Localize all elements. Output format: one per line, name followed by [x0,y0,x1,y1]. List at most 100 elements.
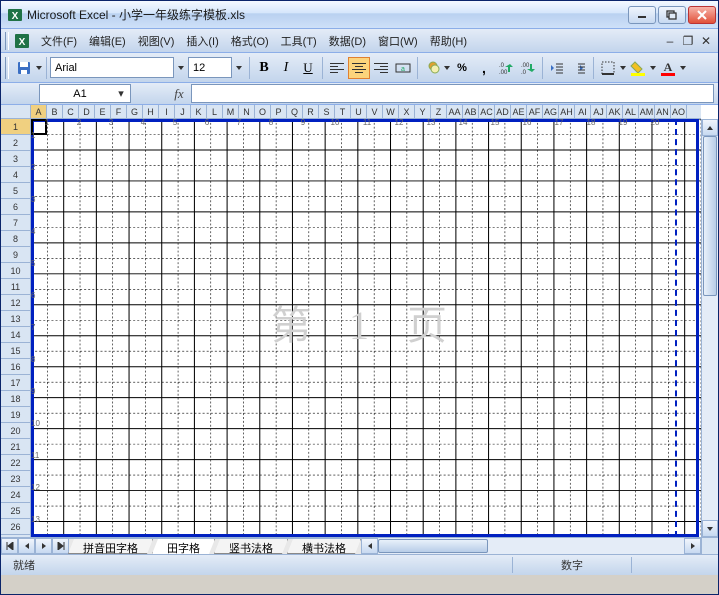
underline-button[interactable]: U [297,57,319,79]
col-header-C[interactable]: C [63,105,79,118]
formula-bar-input[interactable] [191,84,714,103]
col-header-AB[interactable]: AB [463,105,479,118]
mdi-restore-button[interactable]: ❐ [680,34,696,48]
align-center-button[interactable] [348,57,370,79]
col-header-R[interactable]: R [303,105,319,118]
hscroll-thumb[interactable] [378,539,488,553]
select-all-corner[interactable] [1,105,31,119]
col-header-B[interactable]: B [47,105,63,118]
menu-insert[interactable]: 插入(I) [180,31,224,51]
save-dropdown[interactable] [35,66,43,70]
col-header-S[interactable]: S [319,105,335,118]
col-header-Z[interactable]: Z [431,105,447,118]
font-size-dropdown[interactable] [232,57,246,79]
scroll-down-button[interactable] [702,520,718,537]
currency-button[interactable] [421,57,443,79]
col-header-G[interactable]: G [127,105,143,118]
decrease-decimal-button[interactable]: .00.0 [517,57,539,79]
row-header-19[interactable]: 19 [1,407,30,423]
font-size-combo[interactable] [188,57,232,78]
italic-button[interactable]: I [275,57,297,79]
mdi-minimize-button[interactable]: – [662,34,678,48]
fill-color-dropdown[interactable] [649,66,657,70]
bold-button[interactable]: B [253,57,275,79]
align-right-button[interactable] [370,57,392,79]
currency-dropdown[interactable] [443,66,451,70]
row-header-1[interactable]: 1 [1,119,30,135]
sheet-tab-1[interactable]: 田字格 [152,539,215,554]
row-header-13[interactable]: 13 [1,311,30,327]
col-header-D[interactable]: D [79,105,95,118]
col-header-A[interactable]: A [31,105,47,118]
fill-color-button[interactable] [627,57,649,79]
row-header-4[interactable]: 4 [1,167,30,183]
row-headers[interactable]: 1234567891011121314151617181920212223242… [1,119,31,537]
row-header-20[interactable]: 20 [1,423,30,439]
col-header-AG[interactable]: AG [543,105,559,118]
col-header-AE[interactable]: AE [511,105,527,118]
col-header-AD[interactable]: AD [495,105,511,118]
tab-next-button[interactable] [35,538,52,554]
font-color-dropdown[interactable] [679,66,687,70]
col-header-L[interactable]: L [207,105,223,118]
sheet-tab-0[interactable]: 拼音田字格 [68,539,153,554]
increase-decimal-button[interactable]: .0.00 [495,57,517,79]
tab-first-button[interactable] [1,538,18,554]
col-header-P[interactable]: P [271,105,287,118]
col-header-I[interactable]: I [159,105,175,118]
fx-button[interactable]: fx [167,86,191,102]
row-header-14[interactable]: 14 [1,327,30,343]
row-header-16[interactable]: 16 [1,359,30,375]
col-header-AO[interactable]: AO [671,105,687,118]
horizontal-scrollbar[interactable] [361,538,701,554]
minimize-button[interactable] [628,6,656,24]
row-header-26[interactable]: 26 [1,519,30,535]
col-header-U[interactable]: U [351,105,367,118]
row-header-21[interactable]: 21 [1,439,30,455]
col-header-AA[interactable]: AA [447,105,463,118]
col-header-F[interactable]: F [111,105,127,118]
row-header-3[interactable]: 3 [1,151,30,167]
row-header-9[interactable]: 9 [1,247,30,263]
decrease-indent-button[interactable] [546,57,568,79]
scroll-up-button[interactable] [702,119,718,136]
row-header-8[interactable]: 8 [1,231,30,247]
col-header-AH[interactable]: AH [559,105,575,118]
col-header-T[interactable]: T [335,105,351,118]
row-header-15[interactable]: 15 [1,343,30,359]
toolbar-grip[interactable] [5,57,9,79]
borders-button[interactable] [597,57,619,79]
col-header-AJ[interactable]: AJ [591,105,607,118]
row-header-2[interactable]: 2 [1,135,30,151]
col-header-Q[interactable]: Q [287,105,303,118]
col-header-AI[interactable]: AI [575,105,591,118]
menu-edit[interactable]: 编辑(E) [83,31,132,51]
menu-file[interactable]: 文件(F) [35,31,83,51]
vscroll-thumb[interactable] [703,136,717,296]
menu-tools[interactable]: 工具(T) [275,31,323,51]
column-headers[interactable]: ABCDEFGHIJKLMNOPQRSTUVWXYZAAABACADAEAFAG… [31,105,701,119]
col-header-J[interactable]: J [175,105,191,118]
font-color-button[interactable]: A [657,57,679,79]
merge-center-button[interactable]: a [392,57,414,79]
col-header-AN[interactable]: AN [655,105,671,118]
comma-button[interactable]: , [473,57,495,79]
row-header-17[interactable]: 17 [1,375,30,391]
sheet-tab-2[interactable]: 竖书法格 [214,539,288,554]
menu-format[interactable]: 格式(O) [225,31,275,51]
col-header-N[interactable]: N [239,105,255,118]
font-name-combo[interactable] [50,57,174,78]
row-header-6[interactable]: 6 [1,199,30,215]
menu-view[interactable]: 视图(V) [132,31,181,51]
col-header-AL[interactable]: AL [623,105,639,118]
col-header-W[interactable]: W [383,105,399,118]
tab-prev-button[interactable] [18,538,35,554]
row-header-11[interactable]: 11 [1,279,30,295]
row-header-7[interactable]: 7 [1,215,30,231]
col-header-V[interactable]: V [367,105,383,118]
percent-button[interactable]: % [451,57,473,79]
borders-dropdown[interactable] [619,66,627,70]
col-header-Y[interactable]: Y [415,105,431,118]
menu-window[interactable]: 窗口(W) [372,31,424,51]
scroll-left-button[interactable] [361,538,378,554]
